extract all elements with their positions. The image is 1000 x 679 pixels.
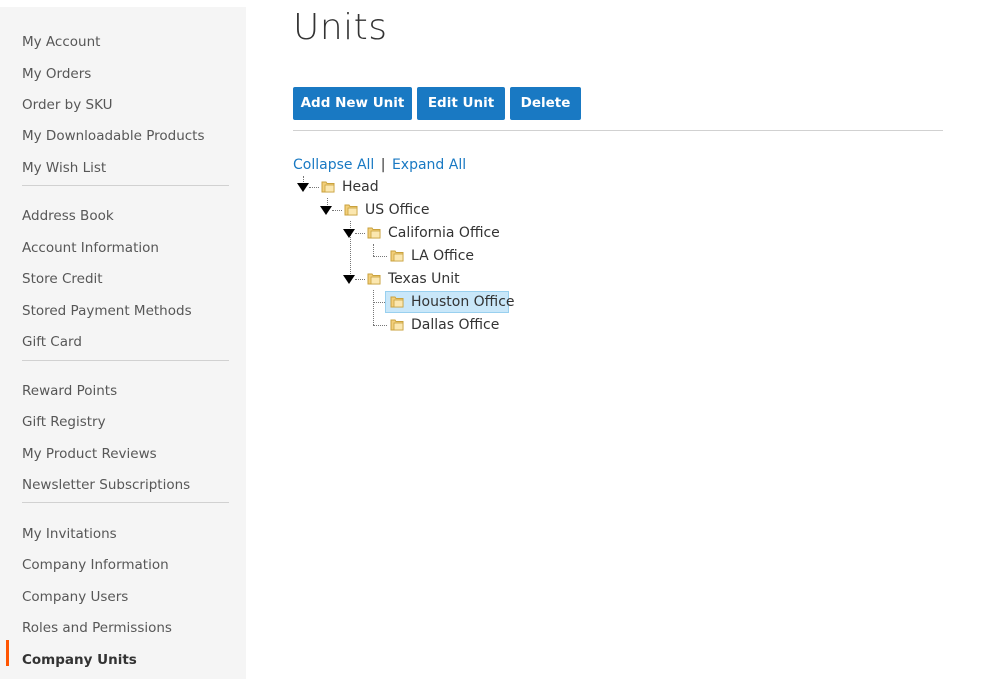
tree-connector [373, 325, 387, 326]
folder-icon [390, 250, 404, 262]
nav-address-book[interactable]: Address Book [22, 205, 114, 227]
tree-node-texas-unit[interactable]: Texas Unit [385, 269, 463, 289]
tree-node-dallas-office[interactable]: Dallas Office [408, 315, 502, 335]
delete-button[interactable]: Delete [510, 87, 581, 120]
nav-order-by-sku[interactable]: Order by SKU [22, 94, 112, 116]
nav-company-users[interactable]: Company Users [22, 586, 128, 608]
arrow-down-icon[interactable] [297, 183, 309, 192]
arrow-down-icon[interactable] [320, 206, 332, 215]
arrow-down-icon[interactable] [343, 275, 355, 284]
nav-my-product-reviews[interactable]: My Product Reviews [22, 443, 157, 465]
edit-unit-button[interactable]: Edit Unit [417, 87, 505, 120]
nav-my-orders[interactable]: My Orders [22, 63, 91, 85]
nav-stored-payment-methods[interactable]: Stored Payment Methods [22, 300, 192, 322]
tree-connector [373, 290, 374, 325]
add-new-unit-button[interactable]: Add New Unit [293, 87, 412, 120]
arrow-down-icon[interactable] [343, 229, 355, 238]
tree-node-us-office[interactable]: US Office [362, 200, 432, 220]
tree-connector [373, 256, 387, 257]
folder-icon [390, 319, 404, 331]
folder-icon [390, 296, 404, 308]
tree-connector [309, 187, 319, 188]
tree-node-california-office[interactable]: California Office [385, 223, 503, 243]
nav-my-account[interactable]: My Account [22, 31, 100, 53]
folder-icon [367, 227, 381, 239]
toolbar-divider [293, 130, 943, 131]
nav-gift-registry[interactable]: Gift Registry [22, 411, 106, 433]
nav-reward-points[interactable]: Reward Points [22, 380, 117, 402]
nav-company-units[interactable]: Company Units [22, 649, 137, 671]
nav-account-information[interactable]: Account Information [22, 237, 159, 259]
current-item-marker [6, 640, 9, 666]
tree-connector [355, 279, 365, 280]
sidebar-divider [22, 185, 229, 186]
expand-all-link[interactable]: Expand All [392, 157, 466, 173]
nav-store-credit[interactable]: Store Credit [22, 268, 103, 290]
tree-node-la-office[interactable]: LA Office [408, 246, 477, 266]
tree-controls: Collapse All | Expand All [293, 156, 466, 174]
nav-newsletter-subscriptions[interactable]: Newsletter Subscriptions [22, 474, 190, 496]
nav-my-downloadable-products[interactable]: My Downloadable Products [22, 125, 205, 147]
tree-connector [373, 244, 374, 256]
nav-my-invitations[interactable]: My Invitations [22, 523, 117, 545]
tree-connector [355, 233, 365, 234]
tree-node-houston-office[interactable]: Houston Office [408, 292, 518, 312]
nav-company-information[interactable]: Company Information [22, 554, 169, 576]
nav-roles-and-permissions[interactable]: Roles and Permissions [22, 617, 172, 639]
folder-icon [321, 181, 335, 193]
page-title: Units [293, 7, 388, 48]
tree-node-head[interactable]: Head [339, 177, 382, 197]
nav-my-wish-list[interactable]: My Wish List [22, 157, 106, 179]
collapse-all-link[interactable]: Collapse All [293, 157, 374, 173]
sidebar-divider [22, 360, 229, 361]
folder-icon [367, 273, 381, 285]
folder-icon [344, 204, 358, 216]
tree-connector [332, 210, 342, 211]
link-separator: | [380, 157, 386, 173]
sidebar-divider [22, 502, 229, 503]
account-sidebar: My Account My Orders Order by SKU My Dow… [0, 7, 246, 679]
nav-gift-card[interactable]: Gift Card [22, 331, 82, 353]
